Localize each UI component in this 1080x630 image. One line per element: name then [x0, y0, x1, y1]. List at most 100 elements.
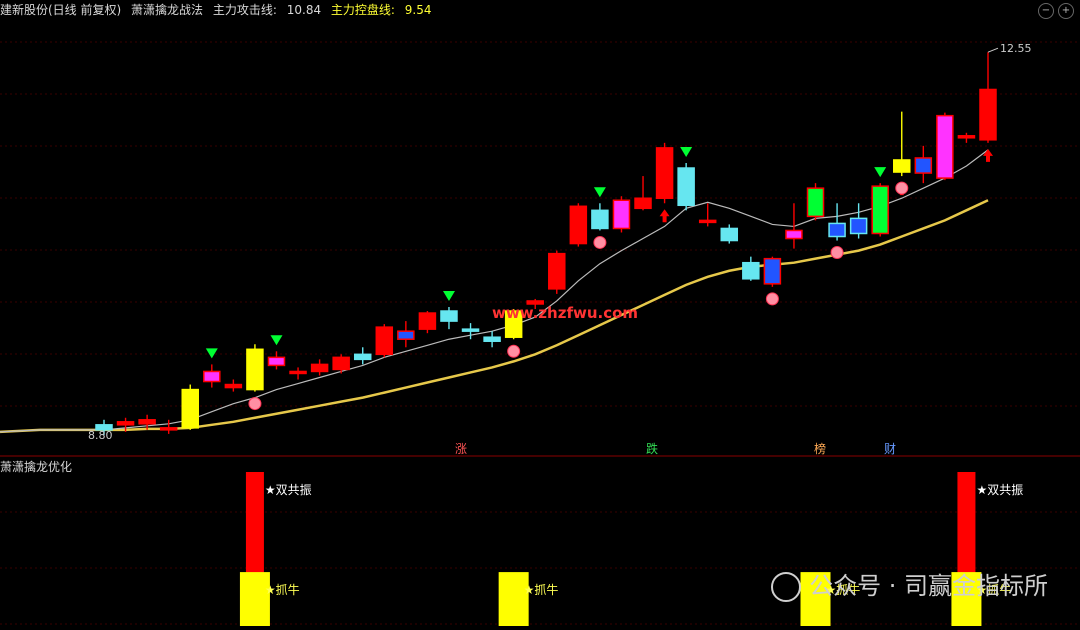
candle-body [483, 336, 501, 342]
candle [612, 196, 631, 233]
sub-panel-title: 萧潇擒龙优化 [0, 460, 73, 474]
candle-body [267, 356, 286, 367]
zoom-out-icon[interactable]: − [1038, 3, 1054, 19]
candle [957, 132, 976, 143]
candle-body [203, 370, 221, 383]
sub-bar-bull [498, 572, 529, 626]
candle [893, 111, 911, 177]
candle [375, 324, 394, 358]
candle-body [181, 388, 199, 429]
candle [224, 379, 243, 392]
candle-body [591, 209, 609, 230]
signal-label-rank: 榜 [814, 441, 826, 456]
low-price-label: 8.80 [88, 429, 113, 442]
pig-signal-icon [895, 181, 909, 195]
candle-body [461, 328, 480, 332]
candle-body [698, 219, 717, 224]
pig-signal-icon [248, 397, 262, 411]
down-arrow-icon [205, 348, 218, 359]
chart-stage: 12.55 8.80 涨跌榜财 ★双共振 ★抓牛 ★抓牛 ★抓牛 ★双共振 ★抓牛 建新股份(日… [0, 0, 1080, 626]
candle [763, 256, 782, 287]
candle [742, 256, 760, 281]
sub-label-double: ★双共振 [265, 483, 312, 497]
candle [634, 176, 652, 211]
sub-label-bull: ★抓牛 [265, 582, 300, 597]
sub-label-double: ★双共振 [976, 483, 1023, 497]
candle-body [289, 370, 307, 375]
candle-body [418, 312, 437, 330]
sub-bar-bull [239, 572, 270, 626]
candle [569, 203, 588, 247]
candle-body [914, 157, 933, 174]
control-line-label: 主力控盘线: [330, 3, 395, 17]
sub-panel-header: 萧潇擒龙优化 [0, 457, 78, 477]
candle-body [742, 261, 760, 280]
candle-body [548, 252, 566, 290]
candle [203, 364, 221, 388]
down-arrow-icon [270, 335, 283, 346]
candle [332, 354, 350, 374]
candle-body [828, 222, 846, 238]
candle [353, 347, 372, 365]
candle-body [138, 419, 156, 425]
candle-body [332, 356, 350, 371]
control-line-value: 9.54 [404, 3, 432, 17]
candle [310, 359, 329, 376]
candle [698, 203, 717, 227]
candle [418, 311, 437, 334]
candle-body [957, 135, 976, 139]
candle-body [893, 159, 911, 173]
candle-body [375, 326, 394, 356]
candle-body [440, 310, 458, 322]
candle [138, 414, 156, 430]
attack-line-label: 主力攻击线: [212, 3, 277, 17]
candle-body [159, 427, 178, 431]
high-price-label: 12.55 [1000, 42, 1032, 55]
candle-body [763, 257, 782, 285]
up-arrow-icon [659, 209, 670, 223]
candle-body [310, 363, 329, 373]
attack-line-value: 10.84 [286, 3, 322, 17]
wechat-icon [771, 572, 802, 602]
candle-body [634, 197, 652, 210]
candle [440, 306, 458, 330]
up-arrow-icon [983, 148, 993, 162]
candle-body [677, 167, 695, 207]
pig-signal-icon [830, 246, 844, 260]
candle [849, 203, 868, 239]
candle-body [224, 383, 243, 389]
candle-body [849, 217, 868, 235]
candle [914, 145, 933, 184]
zoom-in-icon[interactable]: + [1058, 3, 1074, 19]
chart-header: 建新股份(日线 前复权) 萧潇擒龙战法 主力攻击线: 10.84 主力控盘线: … [0, 0, 438, 20]
candle-body [785, 229, 803, 240]
candle [397, 321, 415, 348]
candle-body [806, 187, 825, 218]
candle-body [353, 353, 372, 361]
candle-body [871, 185, 889, 235]
candle [806, 183, 825, 221]
candle-body [246, 348, 264, 391]
candle [828, 203, 846, 241]
pig-signal-icon [593, 235, 607, 249]
candle [591, 203, 609, 231]
sub-label-bull: ★抓牛 [524, 582, 559, 597]
candle [548, 250, 566, 294]
candle [483, 331, 501, 348]
candle [979, 52, 997, 143]
pig-signal-icon [507, 344, 521, 358]
pig-signal-icon [765, 292, 779, 306]
down-arrow-icon [442, 290, 455, 301]
candle-body [720, 227, 739, 242]
candle-body [655, 147, 674, 199]
candle-body [116, 421, 135, 426]
signal-label-wealth: 财 [884, 442, 896, 456]
down-arrow-icon [680, 146, 693, 157]
footer-watermark-text: 公众号 · 司赢金指标所 [809, 572, 1048, 600]
down-arrow-icon [874, 167, 887, 178]
footer-watermark: 公众号 · 司赢金指标所 [771, 566, 1048, 602]
attack-line [0, 149, 989, 433]
candle-body [979, 88, 997, 141]
candle-body [569, 205, 588, 245]
candle-body [612, 199, 631, 230]
